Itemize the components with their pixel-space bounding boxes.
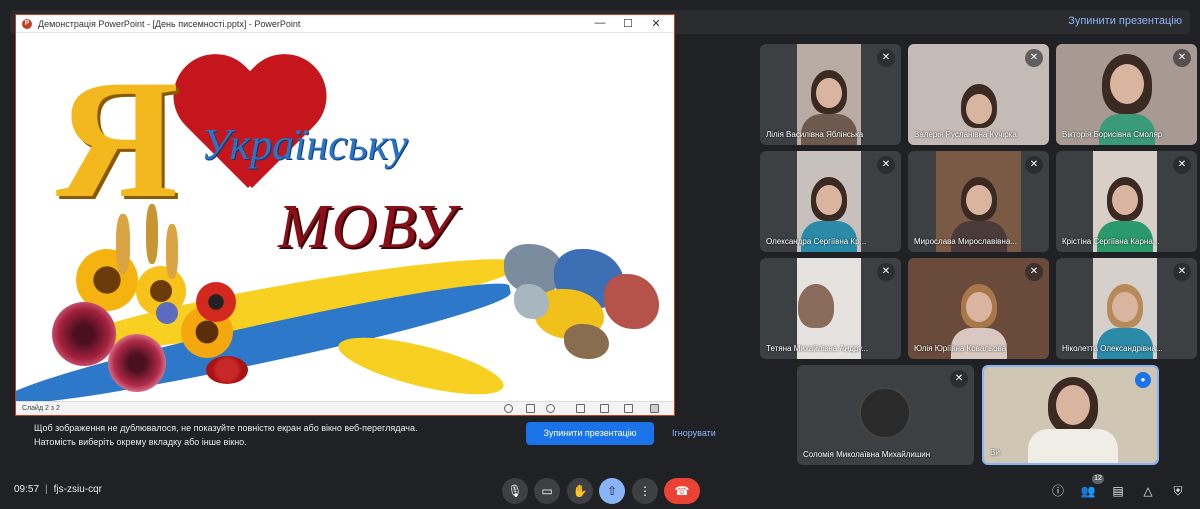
self-name: Ви — [990, 448, 1000, 457]
powerpoint-window-title: Демонстрація PowerPoint - [День писемнос… — [38, 18, 301, 29]
participant-count-badge: 12 — [1092, 474, 1104, 484]
mic-off-icon: ✕ — [950, 370, 968, 388]
people-icon[interactable]: 👥 — [1078, 481, 1098, 501]
mic-off-icon: ✕ — [1025, 156, 1043, 174]
previous-slide-icon[interactable] — [504, 404, 513, 413]
mic-off-icon: ✕ — [877, 263, 895, 281]
participant-name: Мирослава Мирославівна... — [914, 237, 1017, 246]
participant-name: Лілія Василівна Яблінська — [766, 130, 864, 139]
participant-tile[interactable]: ✕ Олександра Сергіївна Кр... — [760, 151, 901, 252]
mic-off-icon: ✕ — [1173, 263, 1191, 281]
meeting-details-icon[interactable]: ⓘ — [1048, 481, 1068, 501]
slide-ribbon-yellow-tail — [333, 326, 509, 401]
mic-off-icon: ✕ — [1025, 263, 1043, 281]
participant-name: Юлія Юріївна Ковальова — [914, 344, 1007, 353]
mic-off-icon: ✕ — [877, 156, 895, 174]
powerpoint-status-bar: Слайд 2 з 2 — [16, 401, 674, 415]
minimize-icon[interactable]: — — [586, 17, 614, 29]
raise-hand-button[interactable]: ✋ — [567, 478, 593, 504]
slide-subheadline: МОВУ — [278, 193, 457, 261]
host-controls-icon[interactable]: ⛨ — [1168, 481, 1188, 501]
participant-tile[interactable]: ✕ Лілія Василівна Яблінська — [760, 44, 901, 145]
participant-name: Соломія Миколаївна Михайлишин — [803, 450, 931, 459]
powerpoint-title-bar: P Демонстрація PowerPoint - [День писемн… — [16, 15, 674, 33]
participant-tile[interactable]: ✕ Ніколетта Олександрівна... — [1056, 258, 1197, 359]
participant-tile[interactable]: ✕ Крістіна Сергіївна Карна... — [1056, 151, 1197, 252]
participant-name: Валерія Русланівна Кучірка — [914, 130, 1017, 139]
slideshow-icon[interactable] — [650, 404, 659, 413]
participant-tile[interactable]: ✕ Вікторія Борисівна Смоляр — [1056, 44, 1197, 145]
participant-tile[interactable]: ✕ Юлія Юріївна Ковальова — [908, 258, 1049, 359]
slide-counter: Слайд 2 з 2 — [22, 405, 60, 412]
more-options-button[interactable]: ⋮ — [632, 478, 658, 504]
stop-presentation-button[interactable]: Зупинити презентацію — [526, 422, 654, 445]
clock: 09:57 — [14, 484, 40, 495]
leave-call-button[interactable]: ☎ — [664, 478, 700, 504]
powerpoint-window[interactable]: P Демонстрація PowerPoint - [День писемн… — [15, 14, 675, 416]
reading-view-icon[interactable] — [624, 404, 633, 413]
participant-name: Олександра Сергіївна Кр... — [766, 237, 867, 246]
meeting-info: 09:57 | fjs-zsiu-cqr — [14, 484, 102, 495]
participant-tile[interactable]: ✕ Соломія Миколаївна Михайлишин — [797, 365, 974, 465]
stop-presenting-link[interactable]: Зупинити презентацію — [1068, 15, 1182, 27]
normal-view-icon[interactable] — [576, 404, 585, 413]
slide-sorter-icon[interactable] — [600, 404, 609, 413]
close-icon[interactable]: ✕ — [642, 17, 670, 30]
mic-off-icon: ✕ — [1173, 156, 1191, 174]
participant-tile[interactable]: ✕ Мирослава Мирославівна... — [908, 151, 1049, 252]
next-slide-icon[interactable] — [546, 404, 555, 413]
participant-name: Тетяна Михайлівна Андру... — [766, 344, 869, 353]
participant-tile[interactable]: ✕ Валерія Русланівна Кучірка — [908, 44, 1049, 145]
mic-off-icon: ✕ — [1025, 49, 1043, 67]
slide-letter: Я — [56, 45, 179, 233]
participant-name: Крістіна Сергіївна Карна... — [1062, 237, 1160, 246]
speaking-indicator-icon: ● — [1135, 372, 1151, 388]
slide-canvas: Я Українську МОВУ — [16, 34, 674, 401]
participant-name: Ніколетта Олександрівна... — [1062, 344, 1163, 353]
present-now-button[interactable]: ⇧ — [599, 478, 625, 504]
microphone-button[interactable]: 🎙 — [502, 478, 528, 504]
camera-button[interactable]: ▭ — [534, 478, 560, 504]
meet-screen: Зупинити презентацію P Демонстрація Powe… — [0, 0, 1200, 509]
maximize-icon[interactable]: ☐ — [614, 17, 642, 30]
mic-off-icon: ✕ — [1173, 49, 1191, 67]
ignore-button[interactable]: Ігнорувати — [672, 422, 716, 445]
activities-icon[interactable]: △ — [1138, 481, 1158, 501]
slide-headline: Українську — [201, 120, 408, 169]
chat-icon[interactable]: ▤ — [1108, 481, 1128, 501]
self-tile[interactable]: ● Ви — [982, 365, 1159, 465]
mic-off-icon: ✕ — [877, 49, 895, 67]
slide-ukraine-map — [494, 234, 664, 374]
powerpoint-icon: P — [22, 18, 32, 29]
participant-name: Вікторія Борисівна Смоляр — [1062, 130, 1163, 139]
participant-tile[interactable]: ✕ Тетяна Михайлівна Андру... — [760, 258, 901, 359]
pause-icon[interactable] — [526, 404, 535, 413]
mirror-warning-text: Щоб зображення не дублювалося, не показу… — [34, 423, 418, 447]
avatar — [859, 387, 911, 439]
meeting-code: fjs-zsiu-cqr — [53, 484, 102, 495]
